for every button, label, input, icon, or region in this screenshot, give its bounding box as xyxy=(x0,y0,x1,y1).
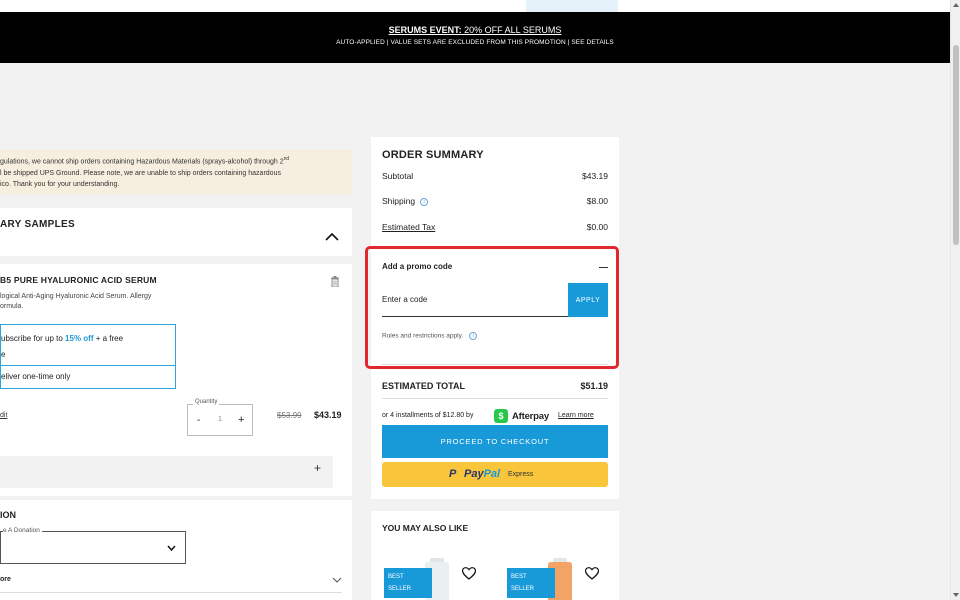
promo-banner[interactable]: SERUMS EVENT: 20% OFF ALL SERUMS AUTO-AP… xyxy=(0,12,950,63)
quantity-label: Quantity xyxy=(193,399,220,405)
estimated-total-label: ESTIMATED TOTAL xyxy=(382,381,465,391)
hazard-notice: gulations, we cannot ship orders contain… xyxy=(0,150,352,195)
trash-icon[interactable] xyxy=(330,276,340,287)
subtotal-row: Subtotal $43.19 xyxy=(382,171,608,181)
you-may-also-like-section: YOU MAY ALSO LIKE BEST SELLER BEST SELLE… xyxy=(371,511,619,600)
subtotal-value: $43.19 xyxy=(582,171,608,181)
estimated-total-value: $51.19 xyxy=(580,381,608,391)
learn-more-toggle[interactable]: ore xyxy=(0,576,11,583)
scroll-up-icon[interactable] xyxy=(953,3,959,7)
quantity-increase-button[interactable]: + xyxy=(238,414,244,426)
samples-title: ARY SAMPLES xyxy=(0,219,75,230)
paypal-logo-icon: P xyxy=(449,468,457,480)
recommended-product[interactable]: BEST SELLER xyxy=(382,558,457,600)
divider xyxy=(382,398,608,399)
cart-item: B5 PURE HYALURONIC ACID SERUM logical An… xyxy=(0,264,352,496)
shipping-label: Shipping xyxy=(382,196,416,206)
promo-code-title[interactable]: Add a promo code xyxy=(382,262,452,271)
donation-select-label: e A Donation xyxy=(3,527,42,534)
chevron-up-icon[interactable] xyxy=(325,230,339,244)
promo-code-input[interactable] xyxy=(382,283,568,317)
apply-button[interactable]: APPLY xyxy=(568,283,608,317)
donation-title: ION xyxy=(0,510,17,520)
top-strip xyxy=(0,0,950,12)
banner-subline: AUTO-APPLIED | VALUE SETS ARE EXCLUDED F… xyxy=(336,39,614,46)
recommended-product[interactable]: BEST SELLER xyxy=(505,558,580,600)
shipping-row: Shipping i $8.00 xyxy=(382,196,608,206)
tax-value: $0.00 xyxy=(586,222,608,232)
divider xyxy=(382,364,608,365)
afterpay-text: or 4 installments of $12.80 by xyxy=(382,412,474,419)
best-seller-badge: BEST SELLER xyxy=(507,568,555,598)
quantity-value[interactable]: 1 xyxy=(218,416,222,423)
original-price: $53.99 xyxy=(277,411,302,420)
heart-icon[interactable] xyxy=(585,567,599,580)
info-icon[interactable]: i xyxy=(469,332,478,340)
quantity-decrease-button[interactable]: - xyxy=(197,415,200,426)
order-summary-title: ORDER SUMMARY xyxy=(382,149,484,161)
rules-text: Rules and restrictions apply. i xyxy=(382,332,478,340)
chevron-down-icon[interactable] xyxy=(332,576,342,584)
plus-icon[interactable]: + xyxy=(314,461,321,475)
afterpay-brand: Afterpay xyxy=(512,411,549,422)
page-scrollbar[interactable] xyxy=(950,0,960,600)
complimentary-samples-section[interactable]: ARY SAMPLES xyxy=(0,208,352,256)
header-tab[interactable] xyxy=(526,0,618,12)
heart-icon[interactable] xyxy=(462,567,476,580)
product-description: logical Anti-Aging Hyaluronic Acid Serum… xyxy=(0,293,152,310)
edit-link[interactable]: dit xyxy=(0,412,7,419)
product-name[interactable]: B5 PURE HYALURONIC ACID SERUM xyxy=(0,275,157,285)
best-seller-badge: BEST SELLER xyxy=(384,568,432,598)
afterpay-row: or 4 installments of $12.80 by $ Afterpa… xyxy=(382,409,608,425)
estimated-tax-link[interactable]: Estimated Tax xyxy=(382,222,435,232)
banner-headline[interactable]: SERUMS EVENT: 20% OFF ALL SERUMS xyxy=(0,25,950,35)
paypal-express-label: Express xyxy=(508,471,534,478)
info-icon[interactable]: i xyxy=(420,197,429,206)
tax-row: Estimated Tax $0.00 xyxy=(382,222,608,232)
sale-price: $43.19 xyxy=(314,410,342,420)
header-area xyxy=(0,63,950,137)
addon-expander[interactable]: + xyxy=(0,456,333,488)
paypal-wordmark: PayPal xyxy=(464,468,501,480)
afterpay-learn-more-link[interactable]: Learn more xyxy=(558,412,594,419)
divider xyxy=(0,592,342,593)
shipping-value: $8.00 xyxy=(586,196,608,206)
proceed-to-checkout-button[interactable]: PROCEED TO CHECKOUT xyxy=(382,425,608,458)
scroll-down-icon[interactable] xyxy=(953,593,959,597)
you-may-also-like-title: YOU MAY ALSO LIKE xyxy=(382,523,469,533)
scroll-thumb[interactable] xyxy=(953,45,959,245)
quantity-stepper: Quantity - 1 + xyxy=(187,399,253,436)
one-time-option[interactable]: eliver one-time only xyxy=(0,365,176,389)
chevron-down-icon[interactable] xyxy=(167,544,176,552)
estimated-total-row: ESTIMATED TOTAL $51.19 xyxy=(382,381,608,391)
subscribe-option[interactable]: ubscribe for up to 15% off + a free e xyxy=(0,324,176,366)
donation-section: ION e A Donation ore xyxy=(0,500,352,600)
donation-select[interactable]: e A Donation xyxy=(0,527,186,564)
afterpay-logo-icon: $ xyxy=(494,409,508,423)
collapse-icon[interactable] xyxy=(599,267,608,268)
subtotal-label: Subtotal xyxy=(382,171,414,181)
paypal-express-button[interactable]: P PayPal Express xyxy=(382,462,608,487)
